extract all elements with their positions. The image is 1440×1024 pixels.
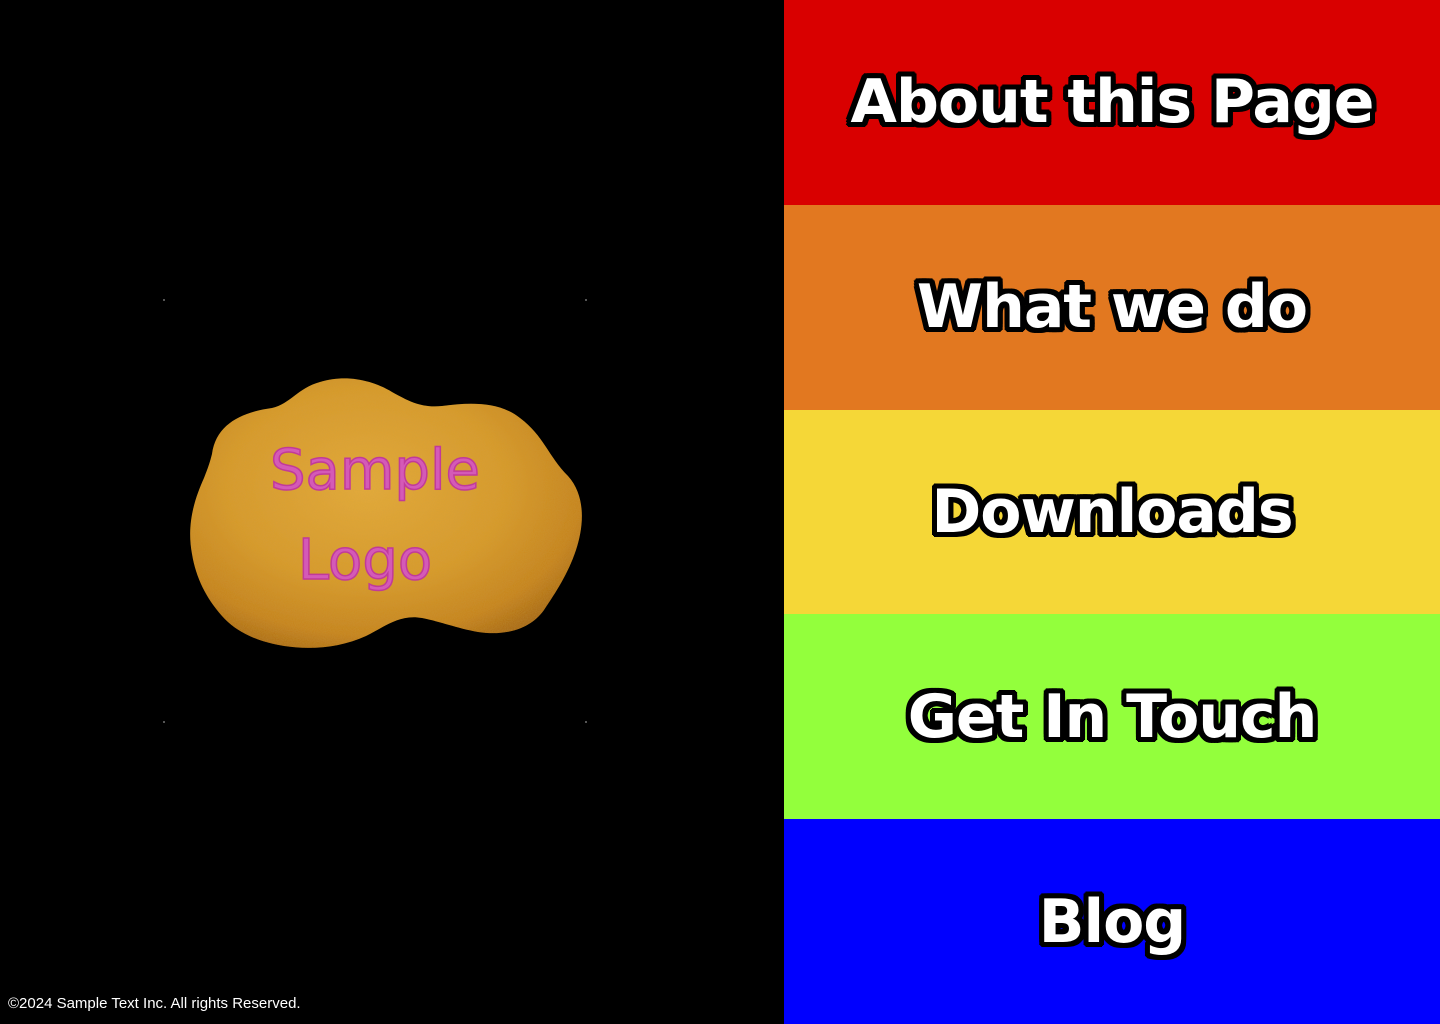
nav-label-what-we-do: What we do: [916, 272, 1308, 343]
nav-item-what-we-do[interactable]: What we do: [784, 204, 1440, 410]
logo-text-line2: Logo: [297, 528, 433, 593]
nav-item-blog[interactable]: Blog: [784, 819, 1440, 1024]
main-nav: About this Page What we do Downloads Get…: [784, 0, 1440, 1024]
page: Sample Logo ©2024 Sample Text Inc. All r…: [0, 0, 1440, 1024]
site-logo[interactable]: Sample Logo: [160, 296, 590, 726]
nav-item-downloads[interactable]: Downloads: [784, 409, 1440, 615]
nav-item-get-in-touch[interactable]: Get In Touch: [784, 614, 1440, 820]
nav-label-blog: Blog: [1038, 886, 1186, 957]
logo-corner-marker: [585, 721, 587, 723]
nav-label-about: About this Page: [850, 67, 1375, 138]
chicken-nugget-image: [190, 378, 582, 648]
hero-panel: Sample Logo ©2024 Sample Text Inc. All r…: [0, 0, 784, 1024]
nav-label-downloads: Downloads: [931, 476, 1293, 547]
nav-item-about[interactable]: About this Page: [784, 0, 1440, 205]
logo-corner-marker: [585, 299, 587, 301]
logo-corner-marker: [163, 721, 165, 723]
copyright-text: ©2024 Sample Text Inc. All rights Reserv…: [8, 995, 301, 1012]
logo-corner-marker: [163, 299, 165, 301]
logo-text-line1: Sample: [269, 438, 480, 503]
nav-label-get-in-touch: Get In Touch: [907, 681, 1318, 752]
